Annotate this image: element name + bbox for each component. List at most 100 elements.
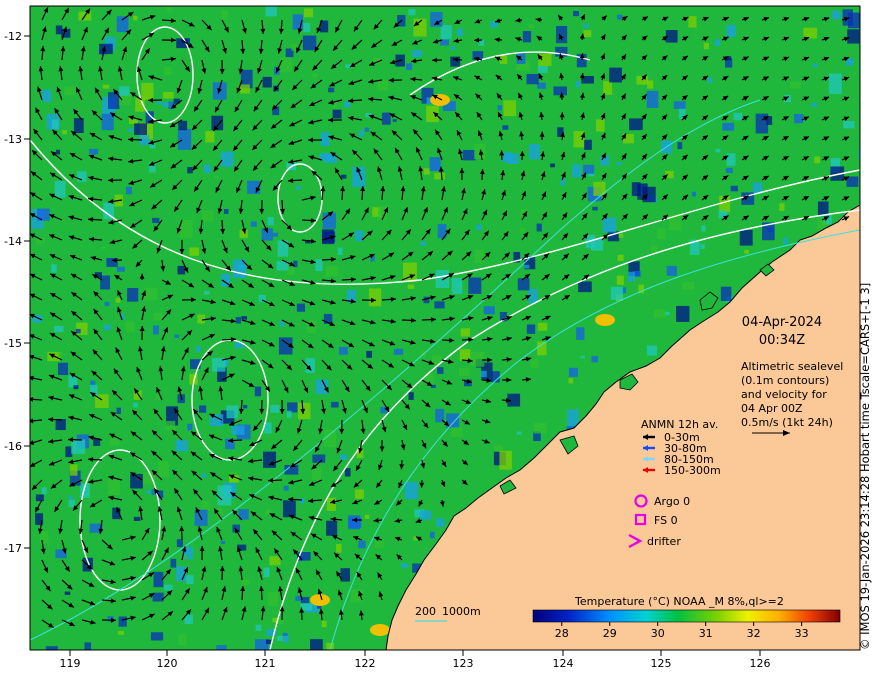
sst-patch [214, 175, 219, 179]
sst-patch [537, 341, 547, 356]
lon-tick-label: 125 [651, 657, 672, 670]
sst-patch [315, 259, 323, 272]
sst-patch [164, 67, 172, 76]
sst-patch [364, 514, 370, 519]
sst-map: 119 120 121 122 123 124 125 126 -12 -13 … [4, 5, 861, 670]
sst-patch [392, 119, 397, 122]
sst-patch [338, 346, 348, 355]
sst-patch [287, 267, 295, 276]
sst-patch [450, 427, 463, 438]
sst-patch [343, 101, 351, 108]
sst-patch [165, 420, 176, 431]
altimetry-line: and velocity for [741, 388, 827, 401]
sst-patch [779, 203, 785, 211]
colorbar-tick-label: 31 [699, 627, 713, 640]
sst-patch [263, 451, 277, 468]
sst-patch [618, 233, 624, 238]
sst-warm-spot [595, 314, 615, 326]
sst-patch [187, 423, 193, 431]
sst-patch [197, 314, 205, 324]
credit-text: © IMOS 19-Jan-2026 23:14:28 Hobart time … [858, 282, 872, 650]
sst-patch [262, 76, 272, 88]
sst-patch [578, 281, 592, 293]
sst-patch [220, 151, 234, 168]
sst-patch [364, 127, 369, 132]
sst-patch [320, 132, 330, 146]
sst-patch [266, 639, 272, 645]
sst-patch [57, 362, 69, 376]
sst-patch [538, 53, 552, 66]
sst-patch [646, 345, 657, 356]
sst-patch [331, 401, 339, 408]
colorbar-gradient [532, 609, 841, 623]
sst-patch [231, 425, 245, 435]
anmn-legend-label: 150-300m [664, 464, 721, 477]
sst-patch [68, 499, 76, 508]
sst-patch [526, 324, 536, 334]
sst-patch [412, 49, 422, 58]
sst-patch [725, 167, 733, 174]
sst-patch [596, 119, 605, 132]
argo-label: Argo 0 [654, 495, 690, 508]
fs-label: FS 0 [654, 514, 678, 527]
sst-patch [584, 139, 592, 150]
sst-patch [529, 144, 540, 160]
sst-patch [519, 228, 525, 234]
sst-patch [125, 186, 132, 195]
sst-patch [408, 9, 416, 16]
sst-patch [843, 121, 855, 129]
sst-patch [730, 185, 739, 192]
sst-patch [55, 418, 66, 431]
sst-patch [814, 156, 820, 164]
sst-patch [583, 30, 592, 38]
sst-patch [125, 321, 135, 333]
sst-patch [326, 520, 338, 536]
sst-patch [733, 112, 743, 121]
sst-patch [216, 508, 223, 517]
sst-patch [325, 266, 339, 277]
sst-patch [328, 87, 335, 93]
sst-patch [591, 356, 598, 363]
sst-patch [664, 311, 670, 316]
sst-patch [490, 21, 498, 28]
sst-patch [478, 39, 485, 46]
sst-patch [497, 105, 503, 111]
sst-patch [162, 92, 174, 99]
sst-patch [133, 15, 138, 21]
sst-patch [446, 413, 460, 429]
sst-patch [462, 149, 476, 161]
sst-patch [470, 351, 485, 367]
sst-patch [299, 497, 304, 504]
lon-tick-label: 123 [453, 657, 474, 670]
sst-patch [56, 149, 61, 155]
sst-patch [157, 101, 162, 105]
sst-patch [703, 42, 709, 50]
sst-patch [407, 284, 415, 289]
drifter-label: drifter [647, 535, 681, 548]
sst-patch [45, 646, 58, 650]
sst-patch [572, 164, 582, 178]
depth-200-label: 200 [415, 605, 436, 618]
sst-patch [118, 616, 127, 627]
sst-patch [337, 247, 343, 256]
lat-tick-label: -17 [4, 542, 22, 555]
sst-patch [205, 131, 215, 143]
sst-patch [522, 31, 532, 43]
sst-patch [714, 39, 720, 46]
sst-patch [812, 63, 818, 68]
sst-patch [241, 316, 248, 320]
sst-patch [526, 73, 539, 85]
sst-patch [715, 148, 721, 153]
sst-patch [101, 246, 106, 250]
sst-patch [282, 634, 289, 643]
sst-patch [722, 122, 735, 131]
sst-patch [51, 264, 57, 273]
sst-patch [178, 120, 188, 131]
sst-patch [272, 232, 279, 237]
sst-patch [109, 437, 120, 446]
sst-patch [163, 584, 173, 591]
sst-patch [677, 142, 683, 150]
sst-patch [145, 490, 151, 494]
sst-patch [286, 410, 292, 418]
sst-patch [133, 403, 138, 408]
